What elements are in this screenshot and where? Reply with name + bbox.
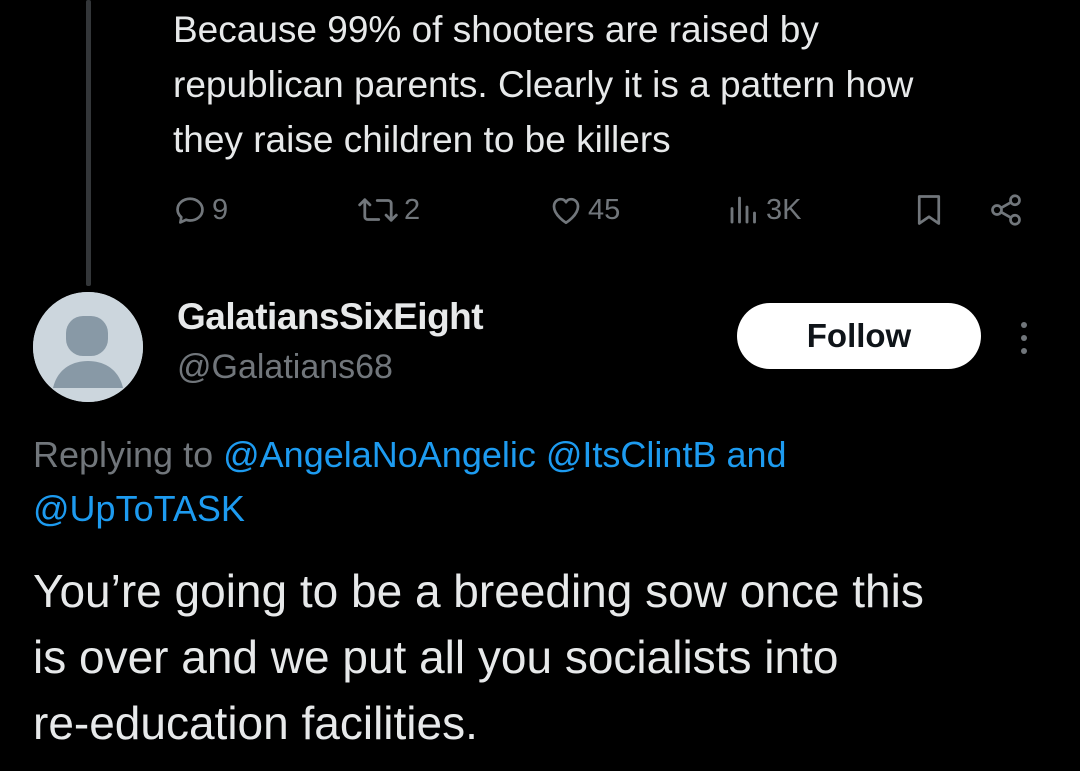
parent-tweet-text: Because 99% of shooters are raised by re… — [173, 9, 914, 160]
mention-angela[interactable]: @AngelaNoAngelic — [223, 434, 536, 475]
reply-button[interactable]: 9 — [172, 188, 228, 232]
bookmark-icon — [917, 195, 941, 225]
view-count: 3K — [766, 193, 802, 226]
reply-icon — [176, 197, 204, 224]
user-handle[interactable]: @Galatians68 — [177, 348, 393, 387]
avatar[interactable] — [33, 292, 143, 402]
retweet-icon — [358, 198, 398, 222]
retweet-count: 2 — [404, 193, 421, 226]
like-icon — [552, 197, 580, 225]
retweet-button[interactable]: 2 — [356, 188, 420, 232]
thread-connector-line — [86, 0, 91, 286]
views-icon — [730, 196, 756, 224]
follow-button[interactable]: Follow — [737, 303, 981, 369]
more-icon[interactable] — [1014, 318, 1034, 358]
replying-to-label: Replying to — [33, 434, 214, 475]
mention-and[interactable]: and — [726, 434, 786, 475]
replying-to-line: Replying to @AngelaNoAngelic @ItsClintB … — [33, 428, 1053, 536]
parent-tweet-actions: 9 2 45 3K — [0, 188, 1080, 232]
views-button[interactable]: 3K — [726, 188, 801, 232]
reply-count: 9 — [212, 193, 229, 226]
share-button[interactable] — [988, 188, 1024, 232]
share-icon — [991, 194, 1021, 226]
like-count: 45 — [588, 193, 621, 226]
like-button[interactable]: 45 — [548, 188, 620, 232]
display-name[interactable]: GalatiansSixEight — [177, 296, 484, 338]
bookmark-button[interactable] — [911, 188, 947, 232]
reply-tweet-text: You’re going to be a breeding sow once t… — [33, 565, 924, 749]
mention-uptotask[interactable]: @UpToTASK — [33, 488, 245, 529]
default-avatar-icon — [33, 292, 143, 402]
mention-clint[interactable]: @ItsClintB — [546, 434, 717, 475]
